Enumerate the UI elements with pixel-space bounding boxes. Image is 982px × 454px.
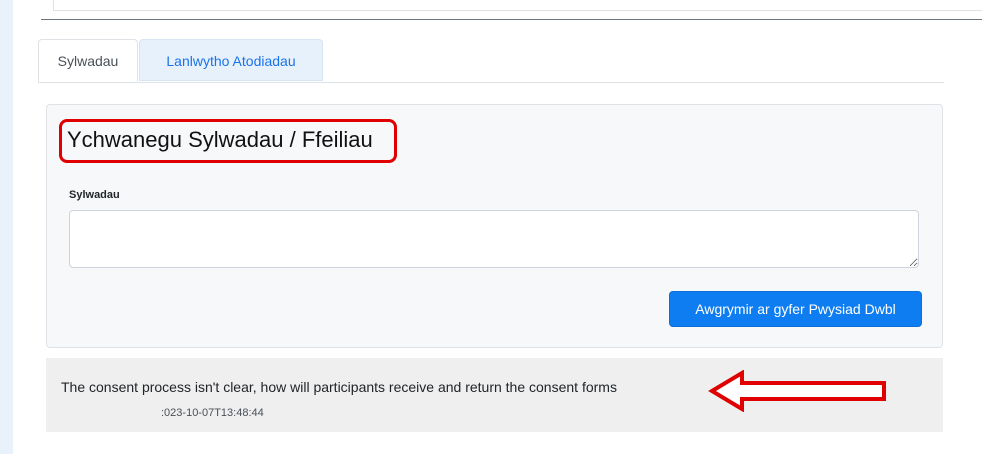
tab-bar: Sylwadau Lanlwytho Atodiadau — [38, 39, 944, 83]
add-comment-card: Ychwanegu Sylwadau / Ffeiliau Sylwadau A… — [46, 104, 943, 348]
left-arrow-icon — [708, 370, 886, 412]
comment-textarea[interactable] — [69, 210, 919, 268]
card-title: Ychwanegu Sylwadau / Ffeiliau — [67, 127, 373, 152]
tab-lanlwytho-atodiadau[interactable]: Lanlwytho Atodiadau — [139, 39, 323, 81]
tab-sylwadau[interactable]: Sylwadau — [38, 39, 138, 82]
comment-text: The consent process isn't clear, how wil… — [61, 379, 617, 395]
comment-field-label: Sylwadau — [69, 189, 120, 201]
comment-timestamp: :023-10-07T13:48:44 — [161, 407, 264, 419]
page: Sylwadau Lanlwytho Atodiadau Ychwanegu S… — [13, 0, 982, 454]
submit-button[interactable]: Awgrymir ar gyfer Pwysiad Dwbl — [669, 291, 922, 327]
previous-section-bottom — [53, 0, 982, 11]
divider — [41, 19, 982, 20]
